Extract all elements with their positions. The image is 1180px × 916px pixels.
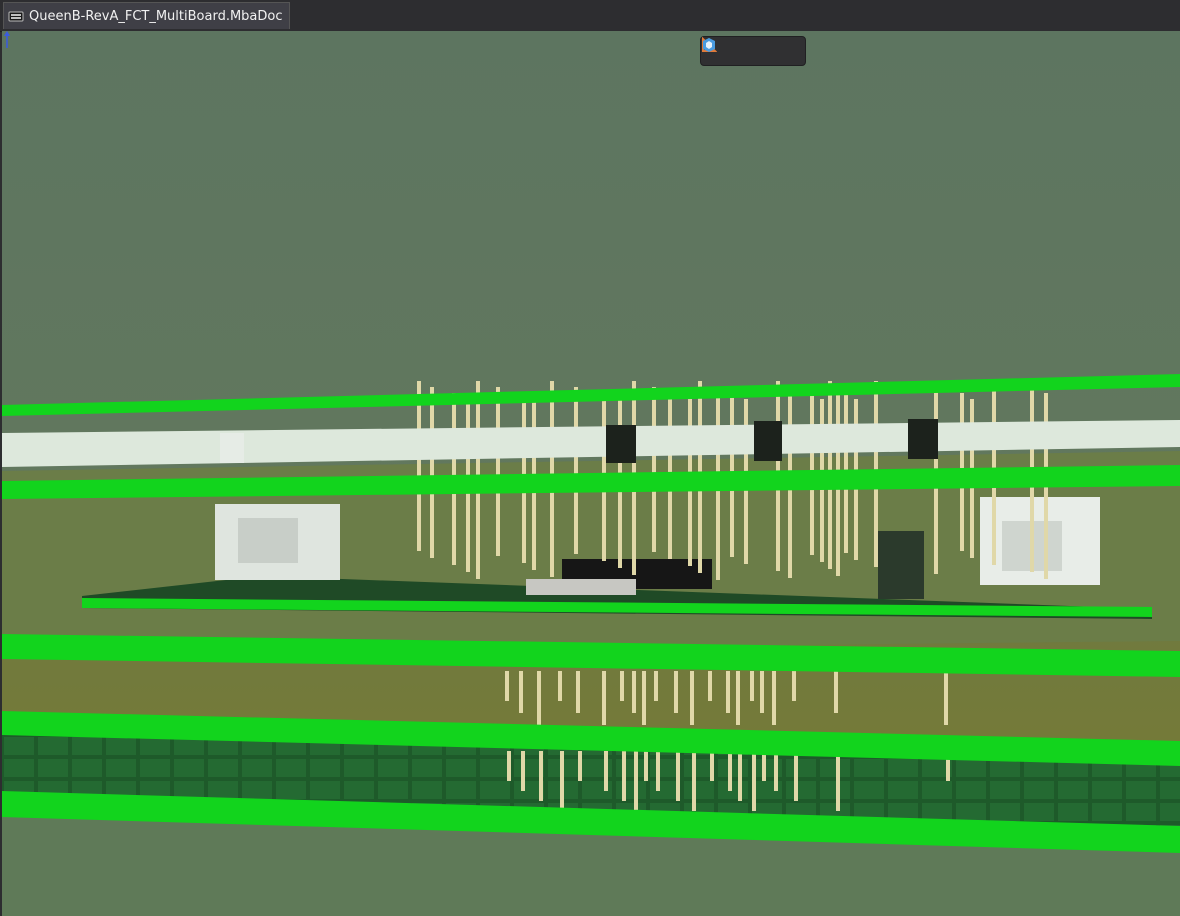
3d-view-button[interactable]	[703, 38, 797, 63]
multiboard-document-icon	[8, 11, 24, 22]
pogo-pin	[736, 671, 740, 725]
3d-viewport[interactable]	[2, 31, 1180, 916]
pogo-pin	[690, 671, 694, 725]
pogo-pin	[794, 751, 798, 801]
pogo-pin	[692, 751, 696, 811]
standoff-3	[908, 419, 938, 459]
pogo-pin	[537, 671, 541, 725]
pogo-pin	[656, 751, 660, 791]
pogo-pin	[760, 671, 764, 713]
pogo-pin	[726, 671, 730, 713]
pogo-pin	[620, 671, 624, 701]
pogo-pin	[604, 751, 608, 791]
sd-card-slot	[526, 579, 636, 595]
3d-cube-icon	[703, 38, 715, 52]
document-tab-label: QueenB-RevA_FCT_MultiBoard.MbaDoc	[29, 8, 283, 24]
header-block	[878, 531, 924, 599]
pogo-pin	[622, 751, 626, 801]
pogo-pin	[505, 671, 509, 701]
pogo-pin	[944, 671, 948, 725]
pogo-pin	[762, 751, 766, 781]
pogo-pin	[632, 671, 636, 713]
axis-marker-icon	[4, 31, 10, 48]
pogo-pin	[834, 671, 838, 713]
pogo-pin	[774, 751, 778, 791]
multiboard-3d-scene[interactable]	[2, 31, 1180, 916]
standoff-2	[754, 421, 782, 461]
pogo-pin	[558, 671, 562, 701]
pogo-pin	[521, 751, 525, 791]
pogo-pin	[676, 751, 680, 801]
pogo-pin	[642, 671, 646, 725]
document-tab-bar: QueenB-RevA_FCT_MultiBoard.MbaDoc	[0, 0, 1180, 32]
pogo-pin	[519, 671, 523, 713]
pogo-pin	[750, 671, 754, 701]
pogo-pin	[708, 671, 712, 701]
pogo-pin	[772, 671, 776, 725]
pogo-pin	[710, 751, 714, 781]
pogo-pin	[507, 751, 511, 781]
pogo-pin	[576, 671, 580, 713]
pogo-pin	[652, 387, 656, 552]
pogo-pin	[578, 751, 582, 781]
pogo-pin	[417, 381, 421, 551]
pogo-pin	[430, 387, 434, 558]
pogo-pin	[644, 751, 648, 781]
standoff-left	[220, 433, 244, 463]
pogo-pin	[674, 671, 678, 713]
pogo-pin	[792, 671, 796, 701]
pogo-pin	[752, 751, 756, 811]
pogo-pin	[539, 751, 543, 801]
pogo-pin	[738, 751, 742, 801]
pogo-pin	[836, 751, 840, 811]
connector-left-inner	[238, 518, 298, 563]
measure-button[interactable]	[702, 37, 765, 63]
pogo-pin	[574, 387, 578, 554]
pogo-pin	[654, 671, 658, 701]
view-toolbar	[700, 36, 806, 66]
document-tab[interactable]: QueenB-RevA_FCT_MultiBoard.MbaDoc	[3, 2, 290, 29]
pogo-pin	[496, 387, 500, 556]
pogo-pin	[560, 751, 564, 811]
pogo-pin	[602, 671, 606, 725]
pogo-pin	[634, 751, 638, 811]
standoff-1	[606, 425, 636, 463]
pogo-pin	[728, 751, 732, 791]
